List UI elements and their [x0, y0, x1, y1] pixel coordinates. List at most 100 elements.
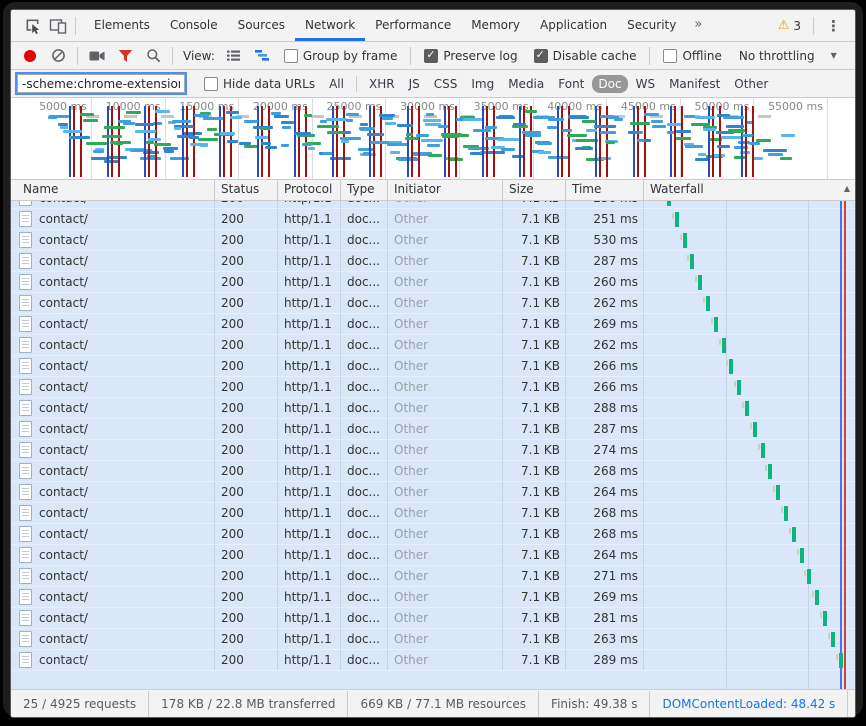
filter-type-font[interactable]: Font: [552, 75, 590, 93]
overview-request-dash: [60, 126, 68, 129]
table-row[interactable]: contact/200http/1.1doc...Other7.1 KB250 …: [11, 201, 855, 209]
waterfall-wait-tick: [812, 591, 814, 597]
filter-type-css[interactable]: CSS: [428, 75, 464, 93]
filter-type-xhr[interactable]: XHR: [363, 75, 401, 93]
cell-protocol: http/1.1: [278, 209, 341, 229]
overview-request-dash: [485, 126, 497, 129]
table-row[interactable]: contact/200http/1.1doc...Other7.1 KB260 …: [11, 272, 855, 293]
filter-type-img[interactable]: Img: [465, 75, 500, 93]
column-header-time[interactable]: Time: [566, 180, 644, 200]
filter-icon[interactable]: [112, 43, 138, 69]
table-row[interactable]: contact/200http/1.1doc...Other7.1 KB268 …: [11, 524, 855, 545]
overview-request-dash: [123, 122, 135, 125]
filter-input[interactable]: [17, 74, 185, 93]
cell-type: doc...: [341, 398, 388, 418]
tab-sources[interactable]: Sources: [228, 10, 295, 41]
document-icon: [19, 274, 32, 290]
tab-security[interactable]: Security: [617, 10, 686, 41]
table-row[interactable]: contact/200http/1.1doc...Other7.1 KB268 …: [11, 503, 855, 524]
divider: [410, 47, 411, 65]
table-row[interactable]: contact/200http/1.1doc...Other7.1 KB263 …: [11, 629, 855, 650]
column-header-waterfall[interactable]: Waterfall: [644, 180, 855, 200]
device-toolbar-icon[interactable]: [45, 13, 71, 39]
inspect-element-icon[interactable]: [19, 13, 45, 39]
tab-memory[interactable]: Memory: [461, 10, 530, 41]
checkbox-unchecked[interactable]: [204, 77, 218, 91]
checkbox-unchecked[interactable]: [663, 49, 677, 63]
throttling-dropdown[interactable]: No throttling ▼: [739, 49, 837, 63]
table-row[interactable]: contact/200http/1.1doc...Other7.1 KB262 …: [11, 293, 855, 314]
console-warnings-badge[interactable]: ⚠ 3: [770, 19, 809, 33]
record-button[interactable]: [24, 50, 36, 62]
overview-request-dash: [525, 134, 540, 137]
filter-type-media[interactable]: Media: [502, 75, 550, 93]
filter-type-manifest[interactable]: Manifest: [663, 75, 726, 93]
table-row[interactable]: contact/200http/1.1doc...Other7.1 KB264 …: [11, 482, 855, 503]
clear-icon[interactable]: [45, 43, 71, 69]
filter-type-doc[interactable]: Doc: [592, 75, 627, 93]
checkbox-checked[interactable]: [534, 49, 548, 63]
overview-strip[interactable]: 5000 ms10000 ms15000 ms20000 ms25000 ms3…: [11, 98, 855, 180]
filter-type-other[interactable]: Other: [728, 75, 774, 93]
tab-application[interactable]: Application: [530, 10, 617, 41]
overview-request-dash: [416, 134, 430, 137]
table-row[interactable]: contact/200http/1.1doc...Other7.1 KB268 …: [11, 461, 855, 482]
filter-type-js[interactable]: JS: [403, 75, 426, 93]
sort-ascending-icon[interactable]: ▲: [844, 184, 850, 193]
table-row[interactable]: contact/200http/1.1doc...Other7.1 KB287 …: [11, 251, 855, 272]
cell-name: contact/: [11, 398, 215, 418]
checkbox-unchecked[interactable]: [284, 49, 298, 63]
checkbox-checked[interactable]: [424, 49, 438, 63]
view-list-icon[interactable]: [221, 43, 247, 69]
table-row[interactable]: contact/200http/1.1doc...Other7.1 KB288 …: [11, 398, 855, 419]
overview-request-dash: [114, 142, 123, 145]
more-tabs-button[interactable]: »: [686, 10, 710, 41]
preserve-log-checkbox[interactable]: Preserve log: [424, 49, 517, 63]
request-name: contact/: [39, 201, 88, 208]
tab-elements[interactable]: Elements: [84, 10, 160, 41]
column-header-initiator[interactable]: Initiator: [388, 180, 503, 200]
waterfall-bar: [815, 590, 819, 605]
network-filterbar: Hide data URLs All XHRJSCSSImgMediaFontDo…: [11, 70, 855, 98]
disable-cache-checkbox[interactable]: Disable cache: [534, 49, 637, 63]
tab-network[interactable]: Network: [295, 10, 365, 41]
tab-performance[interactable]: Performance: [365, 10, 461, 41]
devtools-menu-button[interactable]: ⋮: [818, 17, 849, 35]
offline-checkbox[interactable]: Offline: [663, 49, 721, 63]
group-by-frame-checkbox[interactable]: Group by frame: [284, 49, 397, 63]
filter-type-all[interactable]: All: [323, 75, 350, 93]
column-header-type[interactable]: Type: [341, 180, 388, 200]
tab-console[interactable]: Console: [160, 10, 228, 41]
column-header-status[interactable]: Status: [215, 180, 278, 200]
table-row[interactable]: contact/200http/1.1doc...Other7.1 KB274 …: [11, 440, 855, 461]
table-row[interactable]: contact/200http/1.1doc...Other7.1 KB269 …: [11, 314, 855, 335]
column-header-size[interactable]: Size: [503, 180, 566, 200]
table-row[interactable]: contact/200http/1.1doc...Other7.1 KB251 …: [11, 209, 855, 230]
table-row[interactable]: contact/200http/1.1doc...Other7.1 KB262 …: [11, 335, 855, 356]
waterfall-wait-tick: [734, 381, 736, 387]
table-row[interactable]: contact/200http/1.1doc...Other7.1 KB281 …: [11, 608, 855, 629]
document-icon: [19, 568, 32, 584]
table-row[interactable]: contact/200http/1.1doc...Other7.1 KB271 …: [11, 566, 855, 587]
cell-type: doc...: [341, 419, 388, 439]
table-row[interactable]: contact/200http/1.1doc...Other7.1 KB266 …: [11, 356, 855, 377]
search-icon[interactable]: [140, 43, 166, 69]
table-row[interactable]: contact/200http/1.1doc...Other7.1 KB264 …: [11, 545, 855, 566]
cell-size: 7.1 KB: [503, 293, 566, 313]
hide-data-urls-checkbox[interactable]: Hide data URLs: [204, 77, 315, 91]
cell-status: 200: [215, 314, 278, 334]
cell-status: 200: [215, 587, 278, 607]
table-row[interactable]: contact/200http/1.1doc...Other7.1 KB289 …: [11, 650, 855, 671]
column-header-name[interactable]: Name: [11, 180, 215, 200]
view-waterfall-icon[interactable]: [249, 43, 275, 69]
table-row[interactable]: contact/200http/1.1doc...Other7.1 KB530 …: [11, 230, 855, 251]
overview-request-dash: [367, 133, 384, 136]
table-row[interactable]: contact/200http/1.1doc...Other7.1 KB287 …: [11, 419, 855, 440]
overview-request-dash: [781, 134, 795, 137]
column-header-protocol[interactable]: Protocol: [278, 180, 341, 200]
table-row[interactable]: contact/200http/1.1doc...Other7.1 KB269 …: [11, 587, 855, 608]
table-row[interactable]: contact/200http/1.1doc...Other7.1 KB266 …: [11, 377, 855, 398]
document-icon: [19, 442, 32, 458]
screenshot-capture-icon[interactable]: [84, 43, 110, 69]
filter-type-ws[interactable]: WS: [630, 75, 661, 93]
